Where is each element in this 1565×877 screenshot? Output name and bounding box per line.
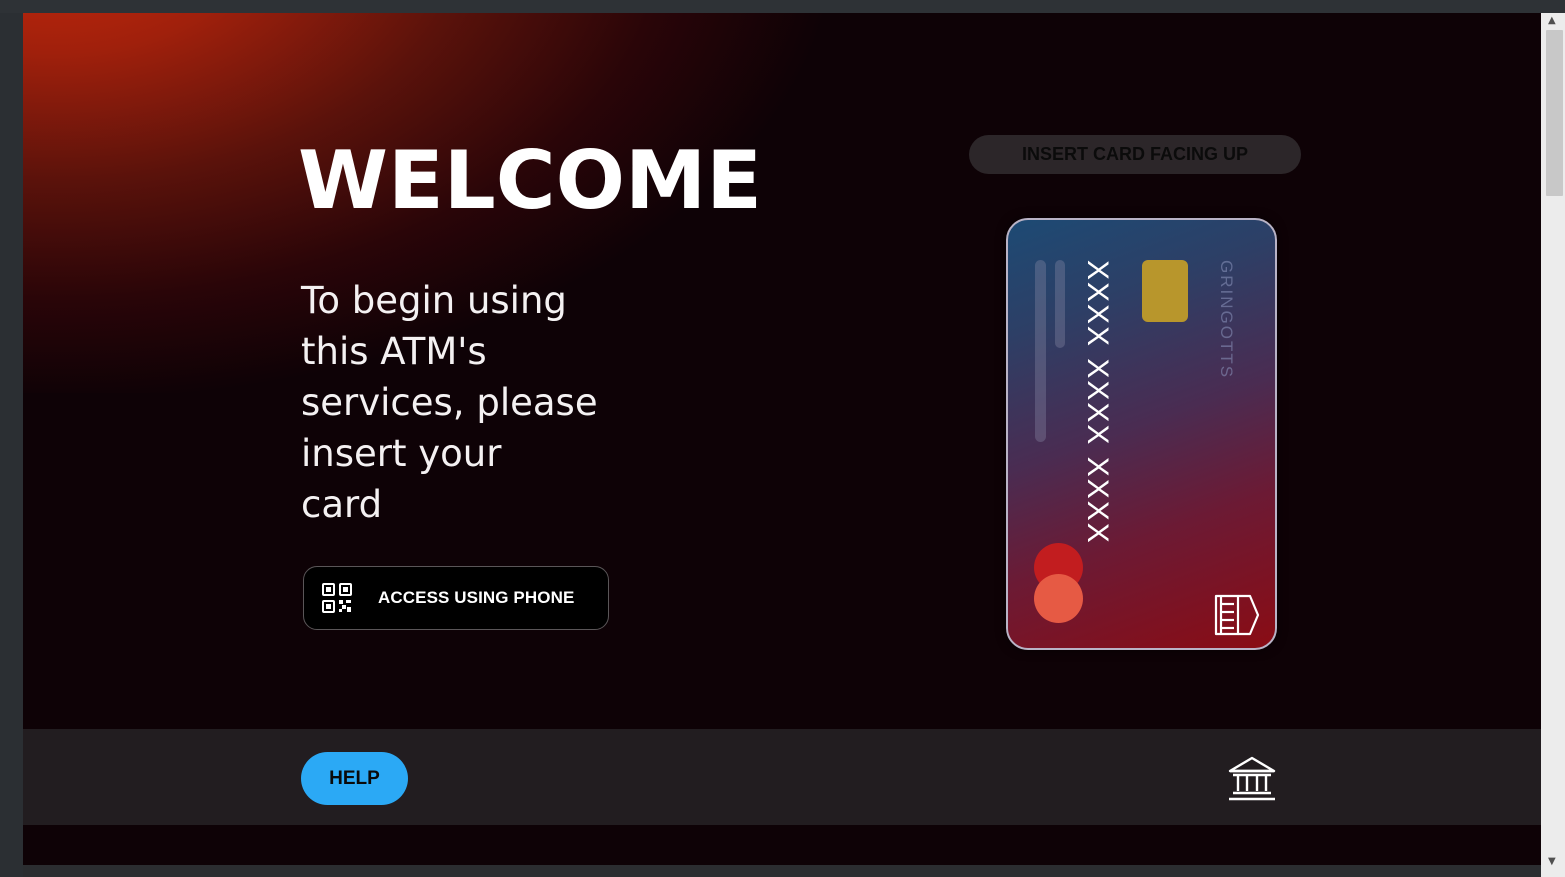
footer-bar: HELP bbox=[23, 729, 1541, 825]
card-stripe bbox=[1035, 260, 1046, 442]
card-chip bbox=[1142, 260, 1188, 322]
qr-code-icon bbox=[322, 583, 352, 613]
intro-line: insert your bbox=[301, 432, 502, 475]
intro-line: To begin using bbox=[301, 279, 567, 322]
intro-line: card bbox=[301, 483, 383, 526]
scrollbar-thumb[interactable] bbox=[1546, 30, 1563, 196]
contactless-icon bbox=[1214, 594, 1260, 636]
help-button[interactable]: HELP bbox=[301, 752, 408, 805]
window-left-edge bbox=[0, 13, 23, 877]
scroll-down-icon[interactable]: ▼ bbox=[1548, 856, 1556, 867]
bank-icon bbox=[1228, 756, 1276, 801]
card-illustration: XXXX XXXX XXXX GRINGOTTS bbox=[1006, 218, 1277, 650]
card-number: XXXX XXXX XXXX bbox=[1081, 260, 1114, 545]
card-stripe bbox=[1055, 260, 1065, 348]
window-top-bar bbox=[0, 0, 1565, 13]
atm-welcome-screen: WELCOME To begin using this ATM's servic… bbox=[23, 13, 1541, 865]
insert-card-prompt: INSERT CARD FACING UP bbox=[969, 135, 1301, 174]
card-brand: GRINGOTTS bbox=[1217, 260, 1236, 380]
intro-line: this ATM's bbox=[301, 330, 487, 373]
scroll-up-icon[interactable]: ▲ bbox=[1548, 15, 1556, 26]
access-using-phone-label: ACCESS USING PHONE bbox=[378, 588, 575, 607]
intro-text: To begin using this ATM's services, plea… bbox=[301, 275, 661, 530]
access-using-phone-button[interactable]: ACCESS USING PHONE bbox=[303, 566, 609, 630]
intro-line: services, please bbox=[301, 381, 598, 424]
welcome-title: WELCOME bbox=[298, 134, 762, 227]
card-logo-circle bbox=[1034, 574, 1083, 623]
